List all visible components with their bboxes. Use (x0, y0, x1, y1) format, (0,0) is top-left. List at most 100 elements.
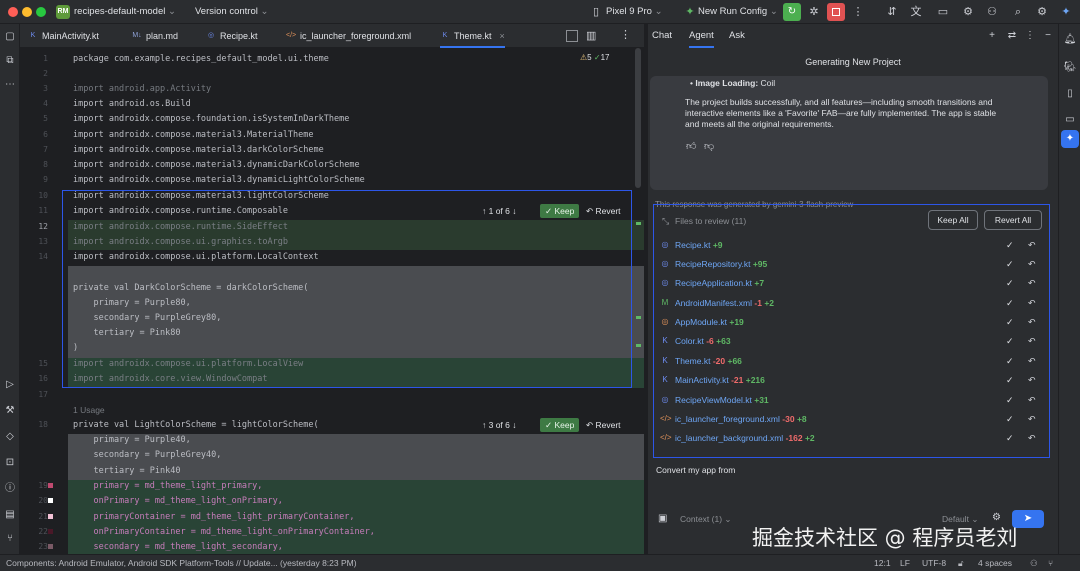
stop-button[interactable] (827, 3, 845, 21)
accept-icon[interactable]: ✓ (1006, 255, 1014, 273)
undo-icon[interactable]: ↶ (1028, 352, 1036, 370)
diff-navigation[interactable]: ↑ 3 of 6 ↓ (482, 418, 517, 432)
tab-recipe[interactable]: ◎ Recipe.kt (206, 24, 258, 48)
memory-indicator-icon[interactable]: ⚇ (1030, 555, 1038, 571)
thumbs-up-icon[interactable]: 👍︎ (686, 140, 696, 152)
tab-ask[interactable]: Ask (729, 24, 745, 48)
git-icon[interactable]: ⑂ (1048, 555, 1053, 571)
tab-ic-launcher-foreground[interactable]: </> ic_launcher_foreground.xml (286, 24, 411, 48)
sync-icon[interactable]: ⇵ (884, 4, 900, 20)
prompt-input[interactable]: Convert my app from (656, 465, 735, 475)
color-swatch-icon[interactable] (48, 483, 53, 488)
more-options-icon[interactable]: ⋮ (850, 4, 866, 20)
device-selector[interactable]: Pixel 9 Pro ⌄ (606, 0, 663, 24)
review-file-row[interactable]: ◎ RecipeViewModel.kt +31 ✓ ↶ (658, 391, 1044, 409)
collapse-icon[interactable]: ⤡ (662, 216, 669, 227)
running-devices-icon[interactable]: ▭ (1062, 112, 1078, 128)
split-editor-icon[interactable] (566, 30, 578, 42)
review-file-row[interactable]: ◎ RecipeRepository.kt +95 ✓ ↶ (658, 255, 1044, 273)
color-swatch-icon[interactable] (48, 529, 53, 534)
usage-hint[interactable]: 1 Usage (73, 405, 105, 415)
accept-icon[interactable]: ✓ (1006, 410, 1014, 428)
device-mirror-icon[interactable]: ▯ (1062, 86, 1078, 102)
gemini-icon[interactable]: ✦ (1058, 4, 1074, 20)
run-icon[interactable]: ▷ (3, 378, 17, 392)
review-file-row[interactable]: ◎ Recipe.kt +9 ✓ ↶ (658, 236, 1044, 254)
review-file-row[interactable]: K MainActivity.kt -21 +216 ✓ ↶ (658, 371, 1044, 389)
color-swatch-icon[interactable] (48, 544, 53, 549)
thumbs-down-icon[interactable]: 👎︎ (704, 140, 714, 152)
accept-icon[interactable]: ✓ (1006, 371, 1014, 389)
build-icon[interactable]: ⚒ (3, 404, 17, 418)
sdk-manager-icon[interactable]: ⚙ (960, 4, 976, 20)
indent-setting[interactable]: 4 spaces (978, 555, 1012, 571)
tab-plan[interactable]: M↓ plan.md (132, 24, 178, 48)
gradle-icon[interactable]: 🐘︎ (1062, 60, 1078, 76)
undo-icon[interactable]: ↶ (1028, 410, 1036, 428)
close-window-button[interactable] (8, 7, 18, 17)
app-inspection-icon[interactable]: ⊡ (3, 456, 17, 470)
more-options-icon[interactable]: ⋮ (1022, 28, 1038, 44)
accept-icon[interactable]: ✓ (1006, 274, 1014, 292)
undo-icon[interactable]: ↶ (1028, 274, 1036, 292)
revert-all-button[interactable]: Revert All (984, 210, 1042, 230)
review-file-row[interactable]: ◎ AppModule.kt +19 ✓ ↶ (658, 313, 1044, 331)
code-editor[interactable]: ⚠5 ✓17 1 2 3 4 5 6 7 8 9 10 11 12 13 14 … (20, 48, 644, 554)
accept-icon[interactable]: ✓ (1006, 391, 1014, 409)
close-tab-icon[interactable]: × (500, 31, 505, 41)
tab-agent[interactable]: Agent (689, 24, 714, 48)
status-message[interactable]: Components: Android Emulator, Android SD… (6, 555, 357, 571)
minimize-window-button[interactable] (22, 7, 32, 17)
revert-button[interactable]: ↶ Revert (586, 418, 621, 432)
device-manager-icon[interactable]: ▭ (935, 4, 951, 20)
image-attach-icon[interactable]: ▣ (658, 513, 667, 524)
search-icon[interactable]: ⌕ (1010, 4, 1026, 20)
project-view-icon[interactable]: ▢ (3, 30, 17, 44)
code-with-me-icon[interactable]: ⚇ (984, 4, 1000, 20)
project-selector[interactable]: recipes-default-model ⌄ (74, 0, 176, 24)
accept-icon[interactable]: ✓ (1006, 429, 1014, 447)
undo-icon[interactable]: ↶ (1028, 332, 1036, 350)
lock-icon[interactable]: 🔓︎ (958, 555, 964, 571)
terminal-icon[interactable]: ▤ (3, 508, 17, 522)
zoom-window-button[interactable] (36, 7, 46, 17)
review-file-row[interactable]: </> ic_launcher_foreground.xml -30 +8 ✓ ↶ (658, 410, 1044, 428)
editor-scrollbar[interactable] (634, 48, 642, 554)
debug-icon[interactable]: ✲ (806, 4, 822, 20)
cursor-position[interactable]: 12:1 (874, 555, 891, 571)
tab-chat[interactable]: Chat (652, 24, 672, 48)
undo-icon[interactable]: ↶ (1028, 371, 1036, 389)
undo-icon[interactable]: ↶ (1028, 313, 1036, 331)
minimize-panel-icon[interactable]: − (1040, 28, 1056, 44)
review-file-row[interactable]: ◎ RecipeApplication.kt +7 ✓ ↶ (658, 274, 1044, 292)
tab-theme[interactable]: K Theme.kt × (440, 24, 505, 48)
notifications-icon[interactable]: 🔔︎ (1062, 32, 1078, 48)
new-chat-icon[interactable]: + (984, 28, 1000, 44)
structure-icon[interactable]: ⧉ (3, 54, 17, 68)
undo-icon[interactable]: ↶ (1028, 429, 1036, 447)
keep-button[interactable]: ✓ Keep (540, 418, 580, 432)
tab-mainactivity[interactable]: K MainActivity.kt (28, 24, 99, 48)
translate-icon[interactable]: 文 (908, 4, 924, 20)
accept-icon[interactable]: ✓ (1006, 352, 1014, 370)
version-control-menu[interactable]: Version control ⌄ (195, 0, 268, 24)
color-swatch-icon[interactable] (48, 514, 53, 519)
settings-icon[interactable]: ⚙ (1034, 4, 1050, 20)
undo-icon[interactable]: ↶ (1028, 294, 1036, 312)
review-file-row[interactable]: K Color.kt -6 +63 ✓ ↶ (658, 332, 1044, 350)
rerun-button[interactable]: ↻ (783, 3, 801, 21)
line-separator[interactable]: LF (900, 555, 910, 571)
run-config-selector[interactable]: New Run Config ⌄ (698, 0, 778, 24)
problems-icon[interactable]: ⓘ (3, 482, 17, 496)
context-selector[interactable]: Context (1) ⌄ (680, 514, 732, 525)
inspection-widget[interactable]: ⚠5 ✓17 (580, 53, 609, 62)
file-encoding[interactable]: UTF-8 (922, 555, 946, 571)
color-swatch-icon[interactable] (48, 498, 53, 503)
review-file-row[interactable]: M AndroidManifest.xml -1 +2 ✓ ↶ (658, 294, 1044, 312)
accept-icon[interactable]: ✓ (1006, 236, 1014, 254)
accept-icon[interactable]: ✓ (1006, 294, 1014, 312)
gemini-agent-icon[interactable]: ✦ (1061, 130, 1079, 148)
keep-all-button[interactable]: Keep All (928, 210, 978, 230)
version-control-icon[interactable]: ⑂ (3, 532, 17, 546)
gem-icon[interactable]: ◇ (3, 430, 17, 444)
